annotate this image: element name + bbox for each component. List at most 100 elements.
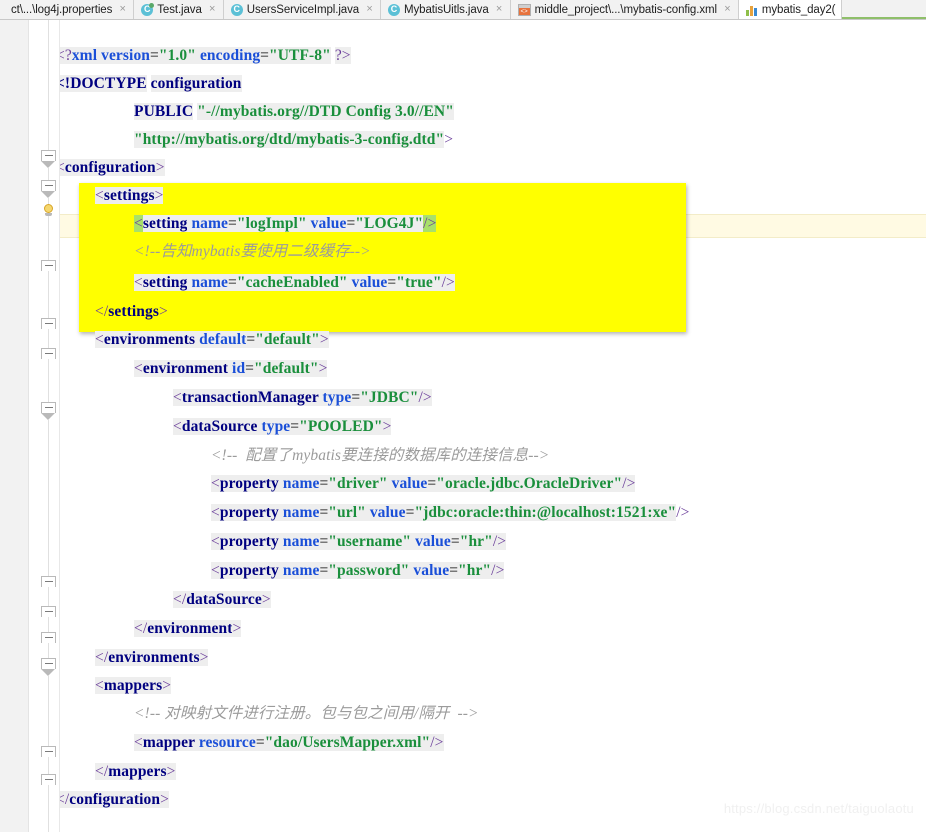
editor-tab-1[interactable]: C Test.java × (134, 0, 224, 19)
code-line-8[interactable]: <setting name="cacheEnabled" value="true… (134, 271, 455, 295)
fold-marker[interactable] (41, 576, 56, 591)
code-token: "POOLED" (299, 418, 383, 435)
code-line-3[interactable]: "http://mybatis.org/dtd/mybatis-3-config… (134, 128, 453, 152)
fold-marker[interactable] (41, 318, 56, 333)
code-token: PUBLIC (134, 103, 194, 120)
code-line-2[interactable]: PUBLIC "-//mybatis.org//DTD Config 3.0//… (134, 100, 454, 124)
code-token: "driver" (328, 475, 388, 492)
editor-tab-3[interactable]: C MybatisUitls.java × (381, 0, 511, 19)
editor-tab-0[interactable]: ct\...\log4j.properties × (0, 0, 135, 19)
tab-close-icon[interactable]: × (495, 4, 504, 15)
tab-close-icon[interactable]: × (208, 4, 217, 15)
tab-close-icon[interactable]: × (365, 4, 374, 15)
code-token: "JDBC" (360, 389, 419, 406)
code-token: < (134, 215, 143, 232)
code-line-25[interactable]: </mappers> (95, 760, 176, 784)
tab-close-icon[interactable]: × (118, 4, 127, 15)
code-line-15[interactable]: <property name="driver" value="oracle.jd… (211, 472, 636, 496)
code-line-1[interactable]: <!DOCTYPE configuration (60, 72, 242, 96)
code-token: "cacheEnabled" (236, 274, 348, 291)
code-token: /> (441, 274, 455, 291)
fold-marker[interactable] (41, 348, 56, 363)
code-token: < (211, 475, 220, 492)
code-line-9[interactable]: </settings> (95, 300, 168, 324)
code-token: = (319, 533, 329, 550)
code-token: "oracle.jdbc.OracleDriver" (436, 475, 623, 492)
code-token: "password" (328, 562, 410, 579)
fold-marker[interactable] (41, 632, 56, 647)
fold-marker[interactable] (41, 658, 56, 676)
code-token: <!--告知mybatis要使用二级缓存--> (134, 243, 371, 260)
code-line-10[interactable]: <environments default="default"> (95, 328, 329, 352)
tab-close-icon[interactable]: × (723, 4, 732, 15)
code-line-12[interactable]: <transactionManager type="JDBC"/> (173, 386, 432, 410)
code-token: = (319, 562, 329, 579)
fold-marker[interactable] (41, 774, 56, 789)
code-token: value (413, 562, 450, 579)
code-token: > (261, 591, 271, 608)
tab-label: MybatisUitls.java (404, 3, 489, 16)
code-line-17[interactable]: <property name="username" value="hr"/> (211, 530, 507, 554)
code-token: transactionManager (181, 389, 319, 406)
code-line-22[interactable]: <mappers> (95, 674, 172, 698)
code-line-26[interactable]: </configuration> (60, 788, 169, 812)
code-token: "default" (254, 360, 319, 377)
code-token: property (219, 504, 279, 521)
code-token: = (255, 734, 265, 751)
code-line-21[interactable]: </environments> (95, 646, 209, 670)
editor-gutter[interactable] (29, 20, 60, 832)
code-token (347, 274, 352, 291)
code-token: = (228, 215, 237, 232)
code-line-4[interactable]: <configuration> (60, 156, 165, 180)
code-token: configuration (150, 75, 242, 92)
code-token: "UTF-8" (269, 47, 331, 64)
code-line-6[interactable]: <setting name="logImpl" value="LOG4J"/> (134, 212, 437, 236)
code-token: </ (95, 649, 109, 666)
code-editor[interactable]: <?xml version="1.0" encoding="UTF-8" ?> <… (0, 20, 926, 832)
intention-bulb-icon[interactable] (41, 204, 55, 220)
tab-label: mybatis_day2( (761, 3, 836, 16)
code-line-14[interactable]: <!-- 配置了mybatis要连接的数据库的连接信息--> (211, 444, 549, 468)
code-token: "jdbc:oracle:thin:@localhost:1521:xe" (414, 504, 677, 521)
fold-marker[interactable] (41, 150, 56, 168)
code-token: "http://mybatis.org/dtd/mybatis-3-config… (134, 131, 445, 148)
editor-tab-4[interactable]: middle_project\...\mybatis-config.xml × (510, 0, 739, 19)
editor-tab-5[interactable]: mybatis_day2( (738, 0, 843, 19)
fold-marker[interactable] (41, 606, 56, 621)
code-line-16[interactable]: <property name="url" value="jdbc:oracle:… (211, 501, 689, 525)
fold-marker[interactable] (41, 402, 56, 420)
fold-marker[interactable] (41, 260, 56, 275)
code-line-18[interactable]: <property name="password" value="hr"/> (211, 559, 505, 583)
editor-tab-bar[interactable]: ct\...\log4j.properties × C Test.java × C User… (0, 0, 926, 20)
code-token: default (199, 331, 247, 348)
code-token: "default" (255, 331, 320, 348)
code-token: = (346, 215, 356, 232)
code-token: name (191, 215, 229, 232)
code-line-20[interactable]: </environment> (134, 617, 242, 641)
code-line-7[interactable]: <!--告知mybatis要使用二级缓存--> (134, 240, 371, 264)
code-token: value (415, 533, 451, 550)
code-token: /> (418, 389, 432, 406)
code-token: < (95, 331, 104, 348)
code-line-19[interactable]: </dataSource> (173, 588, 271, 612)
code-token: = (290, 418, 300, 435)
code-token: environments (108, 649, 200, 666)
code-token: version (101, 47, 151, 64)
code-token: < (134, 274, 143, 291)
code-line-24[interactable]: <mapper resource="dao/UsersMapper.xml"/> (134, 731, 444, 755)
code-token: /> (423, 215, 437, 232)
code-token: configuration (64, 159, 156, 176)
fold-marker[interactable] (41, 180, 56, 198)
fold-marker[interactable] (41, 746, 56, 761)
code-text-area[interactable]: <?xml version="1.0" encoding="UTF-8" ?> <… (60, 20, 926, 832)
editor-tab-2[interactable]: C UsersServiceImpl.java × (223, 0, 382, 19)
code-token: environments (103, 331, 196, 348)
code-line-11[interactable]: <environment id="default"> (134, 357, 328, 381)
editor-left-strip (0, 20, 29, 832)
code-token: = (450, 533, 460, 550)
code-line-23[interactable]: <!-- 对映射文件进行注册。包与包之间用/隔开 --> (134, 702, 479, 726)
code-line-0[interactable]: <?xml version="1.0" encoding="UTF-8" ?> (60, 44, 351, 68)
code-line-5[interactable]: <settings> (95, 184, 164, 208)
code-line-13[interactable]: <dataSource type="POOLED"> (173, 415, 392, 439)
code-token: < (173, 389, 182, 406)
